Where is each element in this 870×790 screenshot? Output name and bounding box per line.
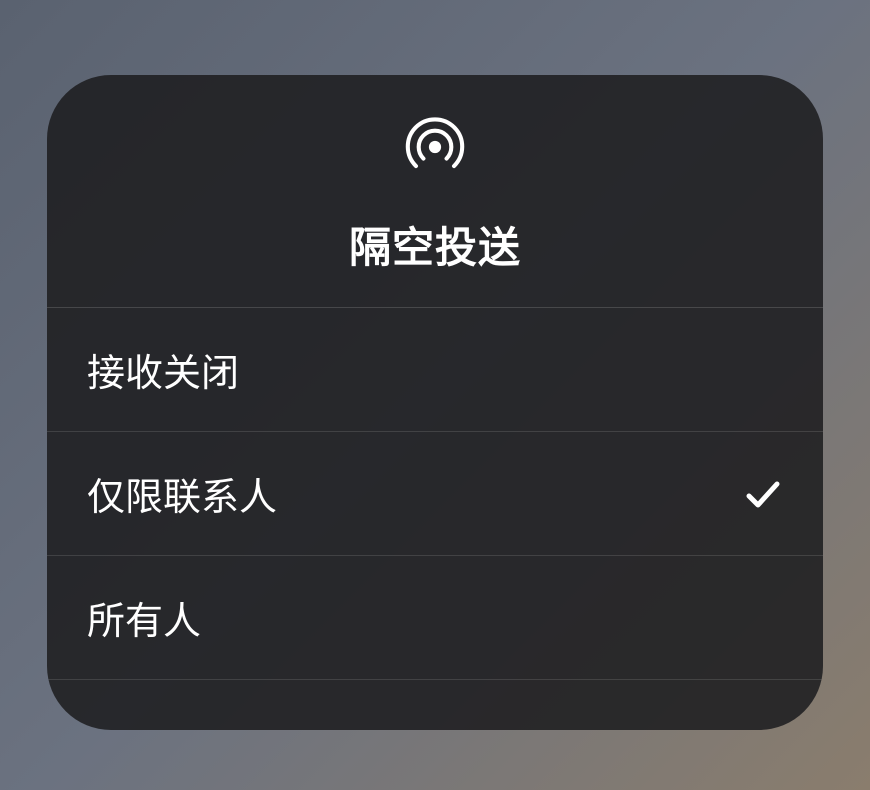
option-label: 仅限联系人	[87, 466, 277, 521]
checkmark-icon	[743, 474, 783, 514]
option-everyone[interactable]: 所有人	[47, 556, 823, 680]
panel-title: 隔空投送	[349, 214, 521, 275]
airdrop-icon	[401, 113, 469, 186]
option-receiving-off[interactable]: 接收关闭	[47, 308, 823, 432]
option-contacts-only[interactable]: 仅限联系人	[47, 432, 823, 556]
option-label: 所有人	[87, 590, 201, 645]
option-list: 接收关闭 仅限联系人 所有人	[47, 308, 823, 730]
airdrop-settings-panel: 隔空投送 接收关闭 仅限联系人 所有人	[47, 75, 823, 730]
option-label: 接收关闭	[87, 342, 239, 397]
panel-header: 隔空投送	[47, 75, 823, 308]
